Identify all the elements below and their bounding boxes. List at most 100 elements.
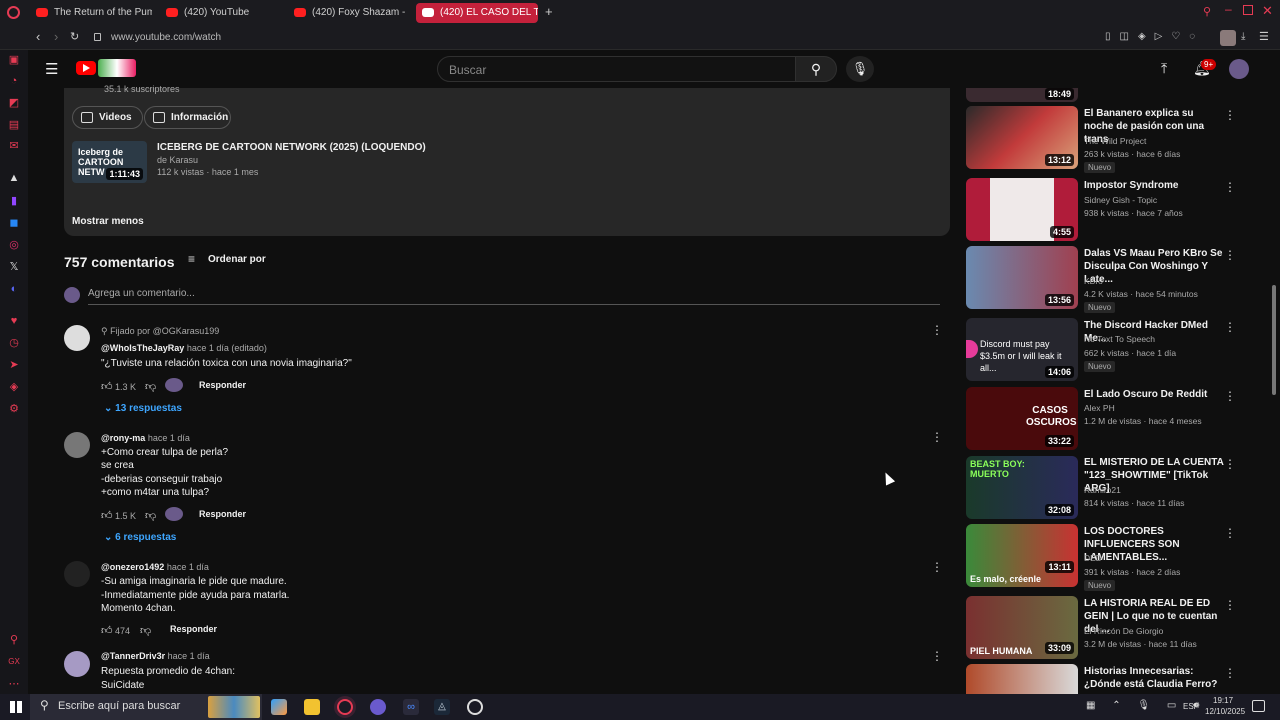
close-window-icon[interactable]: ✕: [1262, 3, 1273, 19]
video-channel[interactable]: El Rincón De Giorgio: [1084, 626, 1163, 636]
comment-more-icon[interactable]: ⋮: [931, 323, 943, 337]
video-title[interactable]: El Lado Oscuro De Reddit: [1084, 388, 1224, 401]
steam-icon[interactable]: ◬: [434, 699, 450, 715]
messenger-icon[interactable]: ▤: [8, 119, 20, 131]
opera-logo-icon[interactable]: [7, 6, 20, 19]
video-more-icon[interactable]: ⋮: [1224, 108, 1236, 122]
back-icon[interactable]: ‹: [36, 29, 40, 44]
doodle-logo[interactable]: [98, 59, 136, 77]
comment-avatar[interactable]: [64, 325, 90, 351]
youtube-logo[interactable]: [76, 61, 96, 75]
show-less-button[interactable]: Mostrar menos: [72, 216, 144, 227]
search-input[interactable]: Buscar: [437, 56, 796, 82]
download-icon[interactable]: ⤓: [1241, 31, 1245, 42]
clock-icon[interactable]: ◷: [8, 337, 20, 349]
comment-author[interactable]: @onezero1492 hace 1 día: [101, 562, 209, 572]
video-thumbnail[interactable]: 18:49: [966, 88, 1078, 102]
new-tab-button[interactable]: +: [545, 4, 553, 19]
gear-icon[interactable]: ⚙: [8, 403, 20, 415]
video-channel[interactable]: Ramiro21: [1084, 485, 1121, 495]
vk-icon[interactable]: ◼: [8, 217, 20, 229]
video-more-icon[interactable]: ⋮: [1224, 457, 1236, 471]
notifications-icon[interactable]: [1252, 700, 1265, 712]
sort-icon[interactable]: ≡: [188, 252, 195, 266]
reply-button[interactable]: Responder: [199, 509, 246, 519]
video-thumbnail[interactable]: CASOS OSCUROS 33:22: [966, 387, 1078, 450]
video-channel[interactable]: No Text To Speech: [1084, 334, 1155, 344]
featured-video-author[interactable]: de Karasu: [157, 155, 198, 165]
dislike-button[interactable]: 👎︎: [145, 509, 156, 522]
comment-avatar[interactable]: [64, 561, 90, 587]
like-button[interactable]: 👍︎ 474: [101, 624, 130, 637]
minimize-icon[interactable]: ‒: [1225, 2, 1232, 16]
video-thumbnail[interactable]: BEAST BOY: MUERTO 32:08: [966, 456, 1078, 519]
comment-more-icon[interactable]: ⋮: [931, 649, 943, 663]
file-explorer-icon[interactable]: [304, 699, 320, 715]
like-button[interactable]: 👍︎ 1.5 K: [101, 509, 136, 522]
like-button[interactable]: 👍︎ 1.3 K: [101, 380, 136, 393]
video-thumbnail[interactable]: PIEL HUMANA 33:09: [966, 596, 1078, 659]
twitch-icon[interactable]: ▮: [8, 195, 20, 207]
video-title[interactable]: Dalas VS Maau Pero KBro Se Disculpa Con …: [1084, 247, 1224, 286]
comment-avatar[interactable]: [64, 432, 90, 458]
send-icon[interactable]: ➤: [8, 359, 20, 371]
reload-icon[interactable]: ↻: [70, 30, 79, 43]
video-more-icon[interactable]: ⋮: [1224, 320, 1236, 334]
comment-author[interactable]: @WhoIsTheJayRay hace 1 día (editado): [101, 343, 267, 353]
menu-icon[interactable]: ☰: [1259, 30, 1269, 43]
forward-icon[interactable]: ›: [54, 29, 58, 44]
video-more-icon[interactable]: ⋮: [1224, 180, 1236, 194]
x-icon[interactable]: 𝕏: [8, 261, 20, 273]
clock-time[interactable]: 19:17: [1213, 696, 1233, 705]
gx-icon[interactable]: GX: [8, 656, 20, 668]
url-field[interactable]: www.youtube.com/watch: [111, 32, 221, 43]
video-thumbnail[interactable]: Es malo, créenle 13:11: [966, 524, 1078, 587]
view-replies-button[interactable]: ⌄ 6 respuestas: [104, 532, 176, 543]
videos-button[interactable]: Videos: [72, 106, 143, 129]
video-channel[interactable]: Sidney Gish - Topic: [1084, 195, 1157, 205]
clock-date[interactable]: 12/10/2025: [1205, 707, 1245, 716]
app-a-icon[interactable]: ▲: [8, 172, 20, 184]
more-icon[interactable]: ⋯: [8, 678, 20, 690]
maximize-icon[interactable]: [1243, 5, 1253, 15]
video-more-icon[interactable]: ⋮: [1224, 248, 1236, 262]
video-more-icon[interactable]: ⋮: [1224, 526, 1236, 540]
language-indicator[interactable]: ESP: [1183, 702, 1199, 711]
comment-avatar[interactable]: [64, 651, 90, 677]
meta-icon[interactable]: ∞: [403, 699, 419, 715]
mail-icon[interactable]: ✉: [8, 140, 20, 152]
profile-avatar[interactable]: [1220, 30, 1236, 46]
video-channel[interactable]: KBro: [1084, 276, 1103, 286]
dislike-button[interactable]: 👎︎: [145, 380, 156, 393]
page-scrollbar[interactable]: [1272, 285, 1276, 395]
video-title[interactable]: Historias Innecesarias: ¿Dónde está Clau…: [1084, 665, 1224, 691]
video-thumbnail[interactable]: [966, 664, 1078, 694]
opera-gx-icon[interactable]: [337, 699, 353, 715]
upload-icon[interactable]: ⤒: [1161, 60, 1167, 77]
video-more-icon[interactable]: ⋮: [1224, 389, 1236, 403]
instagram-icon[interactable]: ◎: [8, 239, 20, 251]
dislike-button[interactable]: 👎︎: [140, 624, 151, 637]
obs-icon[interactable]: [467, 699, 483, 715]
reply-button[interactable]: Responder: [170, 624, 217, 634]
account-avatar[interactable]: [1229, 59, 1249, 79]
featured-video-title[interactable]: ICEBERG DE CARTOON NETWORK (2025) (LOQUE…: [157, 142, 426, 153]
aria-icon[interactable]: ▣: [8, 54, 20, 66]
browser-tab-3[interactable]: (420) Foxy Shazam - Oh: [288, 3, 408, 23]
wallet-icon[interactable]: ◩: [8, 97, 20, 109]
video-thumbnail[interactable]: 4:55: [966, 178, 1078, 241]
comment-author[interactable]: @TannerDriv3r hace 1 día: [101, 651, 210, 661]
browser-tab-1[interactable]: The Return of the Pumpk: [30, 3, 152, 23]
video-channel[interactable]: DED: [1084, 553, 1102, 563]
voice-search-button[interactable]: 🎙︎: [846, 56, 874, 82]
comment-more-icon[interactable]: ⋮: [931, 560, 943, 574]
video-more-icon[interactable]: ⋮: [1224, 666, 1236, 680]
sort-button[interactable]: Ordenar por: [208, 254, 266, 265]
history-icon[interactable]: ◔: [8, 75, 20, 87]
view-replies-button[interactable]: ⌄ 13 respuestas: [104, 403, 182, 414]
video-more-icon[interactable]: ⋮: [1224, 598, 1236, 612]
video-channel[interactable]: Alex PH: [1084, 403, 1115, 413]
extension-icons[interactable]: ▯◫◈▷♡◌: [1105, 31, 1204, 42]
featured-video-thumbnail[interactable]: Iceberg de CARTOON NETW 1:11:43: [72, 141, 147, 183]
discord-app-icon[interactable]: [370, 699, 386, 715]
